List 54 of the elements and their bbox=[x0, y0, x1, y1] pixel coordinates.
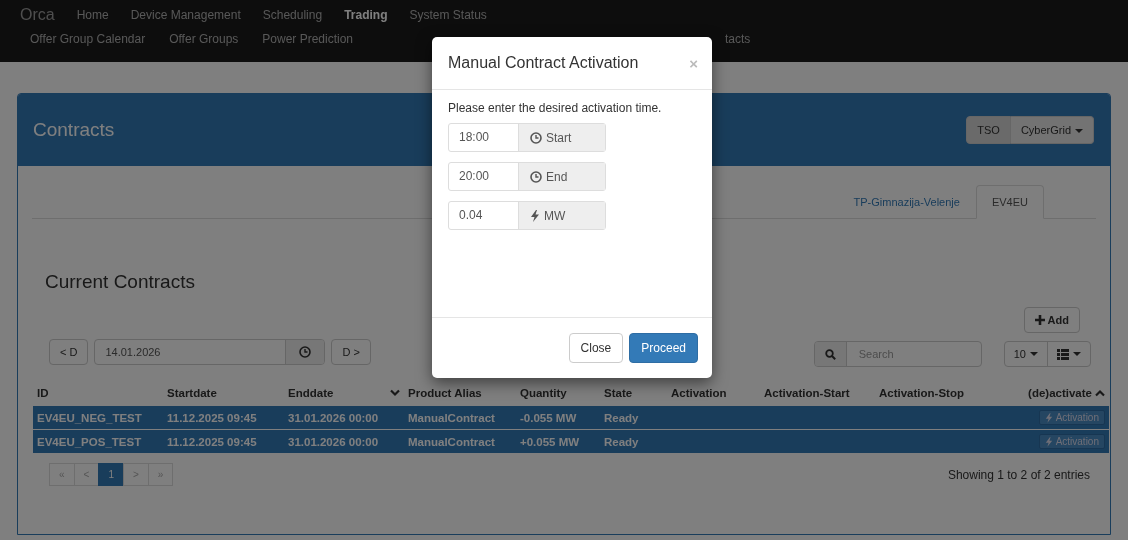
date-field[interactable]: 14.01.2026 bbox=[94, 339, 326, 365]
nav-link[interactable]: Home bbox=[76, 8, 109, 22]
instruction-text: Please enter the desired activation time. bbox=[448, 101, 663, 115]
nav-link[interactable]: Device Management bbox=[130, 8, 241, 22]
tab[interactable]: TP-Gimnazija-Velenje bbox=[837, 185, 976, 219]
table-cell: +0.055 MW bbox=[516, 429, 600, 453]
column-header[interactable]: Activation-Start bbox=[764, 387, 850, 399]
dialog-button[interactable]: Proceed bbox=[629, 333, 698, 363]
table-cell: 11.12.2025 09:45 bbox=[163, 429, 284, 453]
nav-link[interactable]: tacts bbox=[725, 32, 751, 46]
entries-summary: Showing 1 to 2 of 2 entries bbox=[947, 467, 1090, 482]
close-button[interactable]: × bbox=[689, 54, 698, 72]
column-header[interactable]: ID bbox=[37, 387, 49, 399]
nav-link[interactable]: Offer Groups bbox=[169, 32, 239, 46]
add-button[interactable]: Add bbox=[1023, 307, 1080, 333]
table-cell: ManualContract bbox=[404, 429, 516, 453]
brand-name[interactable]: Orca bbox=[20, 6, 55, 24]
panel-title: Contracts bbox=[33, 119, 115, 141]
nav-link[interactable]: Power Prediction bbox=[262, 32, 354, 46]
tab[interactable]: EV4EU bbox=[975, 185, 1044, 219]
table-cell: Ready bbox=[600, 405, 667, 430]
nav-link[interactable]: Offer Group Calendar bbox=[30, 32, 146, 46]
dialog-button[interactable]: Close bbox=[568, 333, 624, 363]
nav-link[interactable]: Trading bbox=[344, 8, 388, 22]
input-field[interactable]: 20:00 End bbox=[448, 162, 606, 191]
next-day-button[interactable]: D > bbox=[331, 339, 371, 365]
table-cell: EV4EU_NEG_TEST bbox=[33, 405, 163, 430]
dialog-title: Manual Contract Activation bbox=[448, 54, 639, 72]
table-cell: 31.01.2026 00:00 bbox=[284, 429, 404, 453]
input-field[interactable]: 0.04 MW bbox=[448, 201, 606, 230]
table-cell: -0.055 MW bbox=[516, 405, 600, 430]
table-cell: ManualContract bbox=[404, 405, 516, 430]
column-header[interactable]: (de)activate bbox=[1028, 387, 1092, 399]
nav-link[interactable]: Scheduling bbox=[262, 8, 323, 22]
column-header[interactable]: Activation-Stop bbox=[879, 387, 964, 399]
nav-link[interactable]: System Status bbox=[409, 8, 487, 22]
page-link[interactable]: 1 bbox=[98, 463, 124, 486]
column-header[interactable]: Enddate bbox=[288, 387, 334, 399]
company-dropdown[interactable]: CyberGrid bbox=[1010, 116, 1094, 144]
column-header[interactable]: Startdate bbox=[167, 387, 217, 399]
role-label: TSO bbox=[966, 116, 1011, 144]
column-header[interactable]: Quantity bbox=[520, 387, 567, 399]
table-cell: 11.12.2025 09:45 bbox=[163, 405, 284, 430]
section-title: Current Contracts bbox=[45, 271, 196, 293]
activation-button[interactable]: Activation bbox=[1038, 410, 1105, 425]
activation-button[interactable]: Activation bbox=[1038, 434, 1105, 449]
column-header[interactable]: Product Alias bbox=[408, 387, 482, 399]
input-field[interactable]: 18:00 Start bbox=[448, 123, 606, 152]
column-header[interactable]: State bbox=[604, 387, 633, 399]
table-cell: EV4EU_POS_TEST bbox=[33, 429, 163, 453]
table-cell: Ready bbox=[600, 429, 667, 453]
table-cell: 31.01.2026 00:00 bbox=[284, 405, 404, 430]
column-header[interactable]: Activation bbox=[671, 387, 727, 399]
previous-day-button[interactable]: < D bbox=[49, 339, 89, 365]
